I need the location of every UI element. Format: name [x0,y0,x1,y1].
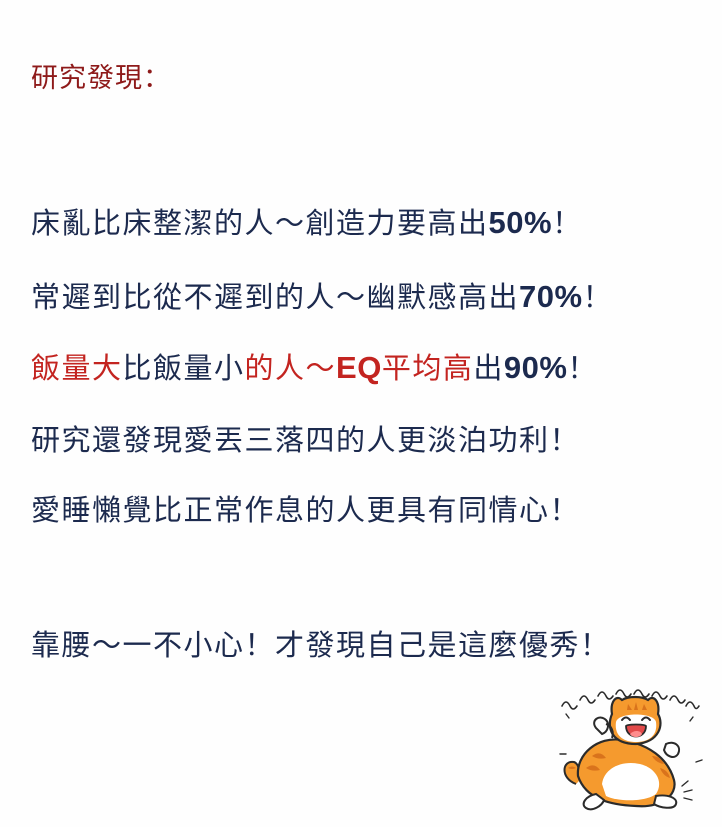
finding-line-2: 常遲到比從不遲到的人～幽默感高出70%！ [31,274,613,316]
finding-text: 床亂比床整潔的人～創造力要高出 [31,206,489,240]
exclamation: ！ [567,351,598,385]
finding-percent: 70% [519,279,583,314]
highlight-eq: EQ [336,350,382,385]
finding-text: 研究還發現愛丟三落四的人更淡泊功利！ [31,423,581,457]
highlight-text-average: 平均高 [381,351,474,385]
conclusion-text: 靠腰～一不小心！才發現自己是這麼優秀！ [31,628,611,662]
laughing-cat-sticker-icon [556,684,706,814]
exclamation: ！ [552,206,583,240]
finding-text: 常遲到比從不遲到的人～幽默感高出 [31,280,520,314]
heading: 研究發現： [31,63,171,94]
finding-line-4: 研究還發現愛丟三落四的人更淡泊功利！ [31,417,580,459]
finding-line-1: 床亂比床整潔的人～創造力要高出50%！ [31,200,583,242]
finding-percent: 90% [503,350,568,385]
finding-line-5: 愛睡懶覺比正常作息的人更具有同情心！ [31,487,580,529]
exclamation: ！ [582,280,614,314]
finding-text: 愛睡懶覺比正常作息的人更具有同情心！ [31,493,581,527]
finding-text-out: 出 [473,351,504,385]
finding-percent: 50% [488,205,553,240]
highlight-text-person: 的人～ [244,351,337,385]
highlight-text-eating: 飯量大 [31,351,123,385]
page: 研究發現： 床亂比床整潔的人～創造力要高出50%！ 常遲到比從不遲到的人～幽默感… [0,0,722,827]
finding-text: 比飯量小 [122,351,245,385]
finding-line-3: 飯量大比飯量小的人～EQ平均高出90%！ [31,345,598,387]
conclusion-line: 靠腰～一不小心！才發現自己是這麼優秀！ [31,622,611,664]
